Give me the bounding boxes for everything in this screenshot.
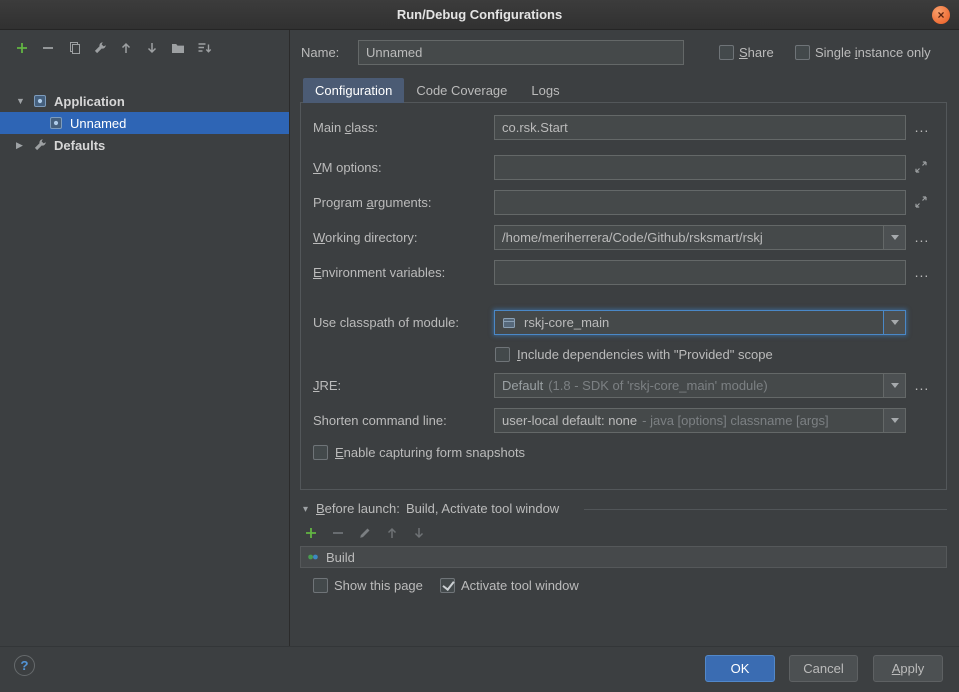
new-folder-icon: [170, 40, 186, 56]
chevron-down-icon[interactable]: ▼: [16, 96, 32, 106]
ok-button[interactable]: OK: [705, 655, 775, 682]
edit-defaults-button[interactable]: [92, 40, 108, 56]
tree-item-defaults[interactable]: ▶ Defaults: [0, 134, 289, 156]
name-input[interactable]: [358, 40, 684, 65]
single-instance-checkbox[interactable]: [795, 45, 810, 60]
move-down-icon: [144, 40, 160, 56]
sort-icon: [196, 40, 212, 56]
remove-icon: [330, 525, 346, 541]
share-label[interactable]: Share: [739, 44, 774, 62]
single-instance-label[interactable]: Single instance only: [815, 44, 931, 62]
configurations-sidebar: ▼ Application Unnamed ▶ Defaults: [0, 30, 290, 646]
add-configuration-button[interactable]: [14, 40, 30, 56]
edit-defaults-icon: [92, 40, 108, 56]
configuration-tab-panel: [300, 102, 947, 490]
show-this-page-label[interactable]: Show this page: [334, 577, 423, 595]
share-checkbox[interactable]: [719, 45, 734, 60]
tree-item-application[interactable]: ▼ Application: [0, 90, 289, 112]
before-launch-title: Before launch:: [316, 500, 400, 518]
activate-tool-window-label[interactable]: Activate tool window: [461, 577, 579, 595]
remove-configuration-button[interactable]: [40, 40, 56, 56]
name-label: Name:: [301, 44, 339, 62]
move-up-button[interactable]: [118, 40, 134, 56]
footer-divider: [0, 646, 959, 647]
close-icon: ×: [937, 8, 944, 22]
move-up-icon: [384, 525, 400, 541]
move-up-icon: [118, 40, 134, 56]
help-icon: ?: [20, 658, 28, 673]
add-icon: [303, 525, 319, 541]
tab-code-coverage[interactable]: Code Coverage: [404, 78, 519, 103]
show-this-page-checkbox[interactable]: [313, 578, 328, 593]
before-launch-task-list: Build: [300, 546, 947, 568]
tree-item-label: Defaults: [54, 138, 105, 153]
before-launch-summary: Build, Activate tool window: [406, 500, 559, 518]
window-title: Run/Debug Configurations: [397, 7, 562, 22]
sidebar-toolbar: [0, 30, 289, 62]
close-button[interactable]: ×: [932, 6, 950, 24]
tree-item-unnamed[interactable]: Unnamed: [0, 112, 289, 134]
activate-tool-window-checkbox[interactable]: [440, 578, 455, 593]
application-icon: [32, 93, 48, 109]
help-button[interactable]: ?: [14, 655, 35, 676]
move-down-button[interactable]: [144, 40, 160, 56]
edit-task-button[interactable]: [357, 525, 373, 541]
tab-configuration[interactable]: Configuration: [303, 78, 404, 103]
titlebar[interactable]: Run/Debug Configurations ×: [0, 0, 959, 30]
new-folder-button[interactable]: [170, 40, 186, 56]
sort-configurations-button[interactable]: [196, 40, 212, 56]
tree-item-label: Unnamed: [70, 116, 126, 131]
tab-logs[interactable]: Logs: [519, 78, 571, 103]
task-label: Build: [326, 550, 355, 565]
chevron-right-icon[interactable]: ▶: [16, 140, 32, 151]
move-down-icon: [411, 525, 427, 541]
configurations-tree: ▼ Application Unnamed ▶ Defaults: [0, 90, 289, 156]
copy-configuration-button[interactable]: [66, 40, 82, 56]
task-row-build[interactable]: Build: [301, 547, 946, 567]
remove-icon: [40, 40, 56, 56]
before-launch-toolbar: [303, 525, 427, 541]
move-task-down-button[interactable]: [411, 525, 427, 541]
edit-icon: [357, 525, 373, 541]
application-icon: [48, 115, 64, 131]
tree-item-label: Application: [54, 94, 125, 109]
copy-icon: [66, 40, 82, 56]
before-launch-separator: [584, 509, 947, 510]
before-launch-collapse-icon[interactable]: ▾: [303, 501, 308, 519]
remove-task-button[interactable]: [330, 525, 346, 541]
tab-bar: Configuration Code Coverage Logs: [303, 78, 572, 103]
add-icon: [14, 40, 30, 56]
add-task-button[interactable]: [303, 525, 319, 541]
wrench-icon: [32, 137, 48, 153]
move-task-up-button[interactable]: [384, 525, 400, 541]
build-icon: [306, 550, 320, 564]
apply-button[interactable]: Apply: [873, 655, 943, 682]
cancel-button[interactable]: Cancel: [789, 655, 858, 682]
